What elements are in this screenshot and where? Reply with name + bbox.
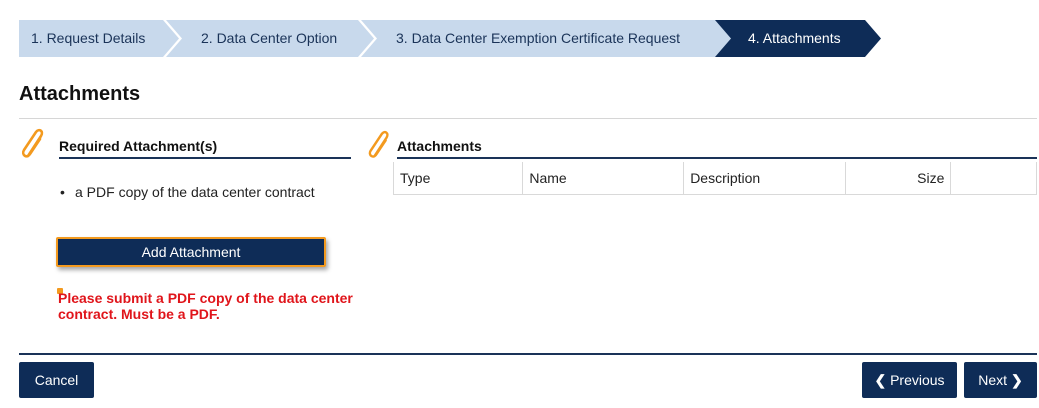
cancel-label: Cancel — [34, 372, 79, 388]
error-message: Please submit a PDF copy of the data cen… — [58, 290, 353, 322]
previous-button[interactable]: ❮ Previous — [862, 362, 957, 398]
page-title: Attachments — [19, 83, 141, 105]
add-attachment-button[interactable]: Add Attachment — [56, 237, 326, 267]
next-button[interactable]: Next ❯ — [964, 362, 1037, 398]
paperclip-icon — [21, 128, 44, 158]
column-name[interactable]: Name — [522, 162, 685, 195]
wizard-step-exemption-certificate[interactable]: 3. Data Center Exemption Certificate Req… — [361, 20, 747, 57]
footer-divider — [19, 353, 1037, 355]
required-list: a PDF copy of the data center contract — [60, 184, 320, 201]
column-type[interactable]: Type — [392, 162, 524, 195]
title-divider — [19, 118, 1037, 119]
next-label: Next — [978, 372, 1008, 388]
wizard-step-attachments[interactable]: 4. Attachments — [715, 20, 881, 57]
column-actions — [950, 162, 1037, 195]
list-item: a PDF copy of the data center contract — [60, 184, 320, 201]
attachments-table: Type Name Description Size — [392, 162, 1037, 195]
chevron-right-icon: ❯ — [1010, 372, 1023, 388]
step-label: 1. Request Details — [31, 30, 146, 46]
chevron-left-icon: ❮ — [874, 372, 887, 388]
column-size[interactable]: Size — [844, 162, 952, 195]
previous-label: Previous — [890, 372, 945, 388]
wizard-step-data-center-option[interactable]: 2. Data Center Option — [166, 20, 374, 57]
paperclip-icon — [368, 130, 389, 158]
cancel-button[interactable]: Cancel — [19, 362, 94, 398]
wizard-steps: 1. Request Details 2. Data Center Option… — [19, 20, 1039, 57]
step-label: 3. Data Center Exemption Certificate Req… — [396, 30, 681, 46]
step-label: 4. Attachments — [748, 30, 841, 46]
column-description[interactable]: Description — [683, 162, 846, 195]
required-attachments-heading: Required Attachment(s) — [59, 138, 351, 159]
step-label: 2. Data Center Option — [201, 30, 338, 46]
attachments-heading: Attachments — [397, 138, 1037, 159]
table-header-row: Type Name Description Size — [392, 162, 1037, 195]
wizard-step-request-details[interactable]: 1. Request Details — [19, 20, 179, 57]
